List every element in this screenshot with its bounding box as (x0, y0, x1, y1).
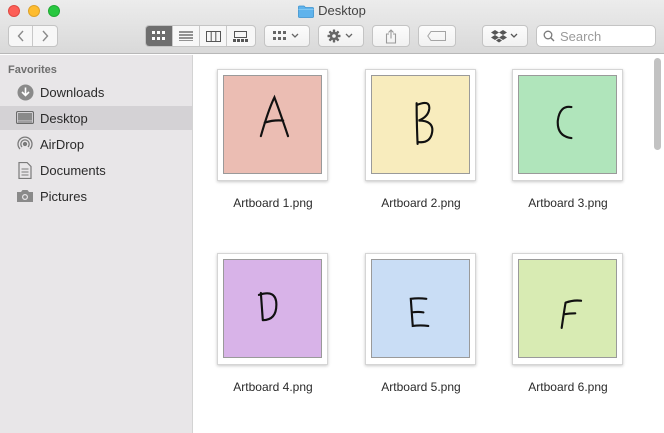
gallery-view-button[interactable] (227, 26, 254, 46)
file-thumbnail[interactable] (217, 253, 328, 365)
sidebar-item-pictures[interactable]: Pictures (0, 184, 192, 208)
forward-button[interactable] (33, 26, 57, 46)
desktop-icon (16, 109, 34, 127)
file-thumbnail[interactable] (365, 253, 476, 365)
window-title: Desktop (0, 3, 664, 19)
artboard-preview (371, 75, 470, 174)
letter-a-drawing (259, 94, 290, 138)
sidebar-item-label: Downloads (40, 84, 105, 100)
artboard-preview (223, 75, 322, 174)
letter-f-drawing (560, 299, 583, 329)
letter-c-drawing (556, 105, 573, 140)
artboard-preview (371, 259, 470, 358)
file-name[interactable]: Artboard 2.png (346, 196, 496, 210)
letter-d-drawing (257, 291, 278, 322)
search-field[interactable]: Search (536, 25, 656, 47)
window-title-text: Desktop (318, 3, 366, 18)
file-name[interactable]: Artboard 1.png (198, 196, 348, 210)
sidebar-item-label: AirDrop (40, 136, 85, 152)
letter-e-drawing (409, 297, 430, 328)
documents-icon (16, 161, 34, 179)
group-grid-icon (273, 31, 299, 40)
group-by-button[interactable] (264, 25, 310, 47)
column-view-button[interactable] (200, 26, 227, 46)
dropbox-button[interactable] (482, 25, 528, 47)
vertical-scrollbar[interactable] (654, 58, 661, 150)
sidebar-item-label: Pictures (40, 188, 87, 204)
file-name[interactable]: Artboard 5.png (346, 380, 496, 394)
share-icon (385, 28, 397, 44)
list-view-button[interactable] (173, 26, 200, 46)
finder-window: Desktop Search Favorites Downloads Deskt… (0, 0, 664, 433)
sidebar: Favorites Downloads Desktop AirDrop Docu… (0, 55, 193, 433)
action-menu-button[interactable] (318, 25, 364, 47)
file-thumbnail[interactable] (365, 69, 476, 181)
sidebar-section-header: Favorites (8, 64, 57, 76)
download-icon (16, 83, 34, 101)
title-bar: Desktop Search (0, 0, 664, 54)
file-thumbnail[interactable] (217, 69, 328, 181)
airdrop-icon (16, 135, 34, 153)
sidebar-item-desktop[interactable]: Desktop (0, 106, 192, 130)
icon-view-button[interactable] (146, 26, 173, 46)
artboard-preview (518, 259, 617, 358)
dropbox-icon (491, 30, 518, 43)
nav-buttons (8, 25, 58, 47)
file-name[interactable]: Artboard 4.png (198, 380, 348, 394)
view-mode-control (145, 25, 256, 47)
sidebar-item-label: Documents (40, 162, 106, 178)
search-placeholder: Search (560, 28, 602, 44)
chevron-right-icon (42, 30, 49, 42)
sidebar-item-downloads[interactable]: Downloads (0, 80, 192, 104)
folder-icon (298, 5, 315, 18)
grid-icon (152, 31, 165, 40)
sidebar-item-airdrop[interactable]: AirDrop (0, 132, 192, 156)
tags-button[interactable] (418, 25, 456, 47)
gallery-icon (233, 30, 248, 42)
sidebar-item-documents[interactable]: Documents (0, 158, 192, 182)
artboard-preview (518, 75, 617, 174)
gear-icon (327, 29, 353, 43)
chevron-left-icon (17, 30, 24, 42)
letter-b-drawing (415, 101, 434, 145)
file-thumbnail[interactable] (512, 69, 623, 181)
columns-icon (205, 30, 221, 42)
share-button[interactable] (372, 25, 410, 47)
list-icon (179, 31, 193, 41)
camera-icon (16, 187, 34, 205)
file-name[interactable]: Artboard 3.png (493, 196, 643, 210)
tag-icon (427, 31, 446, 41)
file-name[interactable]: Artboard 6.png (493, 380, 643, 394)
sidebar-item-label: Desktop (40, 110, 88, 126)
file-thumbnail[interactable] (512, 253, 623, 365)
artboard-preview (223, 259, 322, 358)
search-icon (543, 30, 555, 42)
back-button[interactable] (9, 26, 33, 46)
